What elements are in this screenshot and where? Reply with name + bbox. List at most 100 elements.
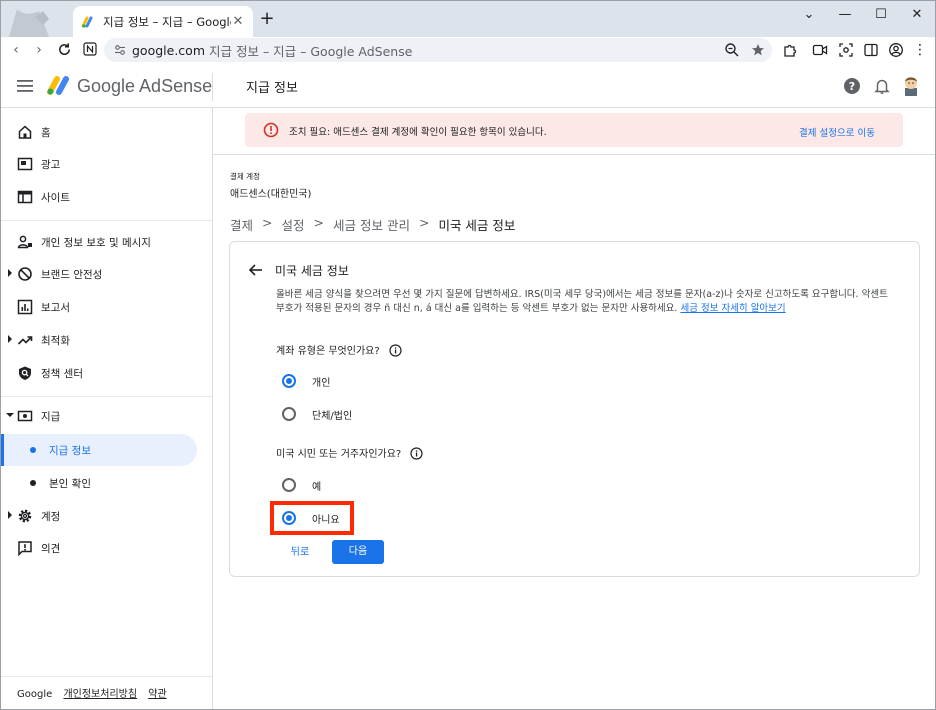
maximize-button[interactable]: ☐: [863, 1, 899, 31]
screenshot-icon[interactable]: [838, 42, 854, 58]
terms-link[interactable]: 약관: [148, 689, 166, 700]
bookmark-star-icon[interactable]: [750, 42, 766, 58]
question-label: 계좌 유형은 무엇인가요?: [276, 346, 380, 357]
sidebar-divider: [1, 220, 212, 221]
radio-individual[interactable]: 개인: [282, 371, 330, 391]
sidebar-divider: [1, 676, 212, 677]
back-button[interactable]: 뒤로: [280, 541, 320, 565]
sidebar-item-ads[interactable]: 광고: [1, 148, 197, 180]
breadcrumb-separator: >: [418, 215, 430, 230]
site-info-icon[interactable]: [114, 44, 126, 56]
action-required-banner: 조치 필요: 애드센스 결제 계정에 확인이 필요한 항목이 있습니다. 결제 …: [245, 113, 903, 147]
notifications-bell-icon[interactable]: [873, 77, 891, 95]
profile-icon[interactable]: [888, 42, 904, 58]
sidebar-item-payment-info[interactable]: 지급 정보: [1, 434, 197, 466]
breadcrumb-manage-tax-info[interactable]: 세금 정보 관리: [333, 215, 410, 234]
bullet-icon: [30, 447, 36, 453]
radio-yes[interactable]: 예: [282, 475, 321, 495]
browser-window: 지급 정보 – 지급 – Google AdSense ✕ + ⌄ — ☐ ✕ …: [0, 0, 936, 710]
adsense-logo-icon[interactable]: [46, 74, 70, 96]
sidebar-item-home[interactable]: 홈: [1, 116, 197, 148]
collapse-caret-icon[interactable]: [6, 412, 14, 418]
back-nav-icon[interactable]: ‹: [5, 39, 27, 61]
zoom-icon[interactable]: [724, 42, 740, 58]
sidebar-item-feedback[interactable]: 의견: [1, 532, 197, 564]
privacy-policy-link[interactable]: 개인정보처리방침: [63, 689, 137, 700]
next-button[interactable]: 다음: [332, 540, 384, 564]
sidebar: 홈 광고 사이트 개인 정보 보호 및 메시지 브랜드 안전성 보고서 최적화 …: [1, 108, 213, 709]
policy-shield-icon: [19, 366, 31, 380]
expand-caret-icon[interactable]: [7, 269, 13, 277]
payment-account-label: 결제 계정: [230, 172, 260, 181]
sidebar-footer: Google 개인정보처리방침 약관: [17, 685, 167, 700]
sidebar-item-label: 홈: [41, 127, 51, 139]
radio-button[interactable]: [282, 478, 296, 492]
radio-button[interactable]: [282, 407, 296, 421]
main-divider: [213, 154, 935, 155]
sidebar-item-payments[interactable]: 지급: [1, 400, 197, 432]
sidebar-item-label: 정책 센터: [41, 368, 83, 380]
browser-tab[interactable]: 지급 정보 – 지급 – Google AdSense ✕: [73, 6, 253, 37]
trending-icon: [17, 336, 33, 345]
feedback-icon: [18, 541, 32, 556]
brand-name[interactable]: Google AdSense: [77, 76, 212, 97]
video-icon[interactable]: [812, 42, 828, 58]
sidebar-item-label: 최적화: [41, 335, 70, 347]
breadcrumb-us-tax-info: 미국 세금 정보: [438, 218, 516, 233]
learn-more-tax-link[interactable]: 세금 정보 자세히 알아보기: [680, 303, 785, 314]
privacy-icon: [17, 235, 32, 249]
radio-entity[interactable]: 단체/법인: [282, 404, 352, 424]
menu-icon[interactable]: [17, 79, 33, 93]
forward-nav-icon[interactable]: ›: [28, 39, 50, 61]
sidebar-item-reports[interactable]: 보고서: [1, 291, 197, 323]
close-tab-icon[interactable]: ✕: [231, 14, 245, 29]
new-tab-button[interactable]: +: [257, 9, 277, 29]
address-bar[interactable]: google.com 지급 정보 – 지급 – Google AdSense: [104, 38, 772, 62]
url-page-title: 지급 정보 – 지급 – Google AdSense: [209, 43, 413, 59]
home-icon: [18, 125, 32, 139]
tab-strip: 지급 정보 – 지급 – Google AdSense ✕ + ⌄ — ☐ ✕: [1, 1, 935, 37]
breadcrumb-settings[interactable]: 설정: [282, 215, 305, 234]
breadcrumb-billing[interactable]: 결제: [230, 215, 253, 234]
browser-theme-logo: [9, 9, 49, 37]
payments-icon: [17, 410, 33, 422]
sidebar-item-privacy[interactable]: 개인 정보 보호 및 메시지: [1, 226, 197, 258]
side-panel-icon[interactable]: [863, 42, 879, 58]
sidebar-item-account[interactable]: 계정: [1, 500, 197, 532]
help-icon[interactable]: ?: [843, 77, 861, 95]
question-label: 미국 시민 또는 거주자인가요?: [276, 449, 402, 460]
extensions-puzzle-icon[interactable]: [782, 42, 798, 58]
minimize-button[interactable]: —: [827, 1, 863, 31]
radio-button-selected[interactable]: [282, 374, 296, 388]
info-icon[interactable]: [389, 344, 402, 357]
avatar[interactable]: [901, 74, 921, 96]
extension-n-icon[interactable]: [83, 42, 97, 56]
close-window-button[interactable]: ✕: [899, 1, 935, 31]
card-title: 미국 세금 정보: [275, 264, 349, 278]
account-type-question: 계좌 유형은 무엇인가요?: [276, 342, 402, 357]
tab-title: 지급 정보 – 지급 – Google AdSense: [103, 14, 231, 29]
sidebar-item-policy-center[interactable]: 정책 센터: [1, 357, 197, 389]
expand-caret-icon[interactable]: [7, 335, 13, 343]
sidebar-item-optimization[interactable]: 최적화: [1, 324, 197, 356]
browser-toolbar: ‹ › google.com 지급 정보 – 지급 – Google AdSen…: [1, 37, 935, 64]
tab-search-icon[interactable]: ⌄: [791, 1, 827, 31]
us-citizen-question: 미국 시민 또는 거주자인가요?: [276, 445, 424, 460]
go-to-payment-settings-link[interactable]: 결제 설정으로 이동: [799, 125, 875, 139]
info-icon[interactable]: [410, 447, 424, 460]
back-arrow-icon[interactable]: [248, 262, 264, 278]
radio-label: 개인: [312, 377, 331, 389]
browser-menu-icon[interactable]: ⋮: [909, 39, 931, 61]
sidebar-item-brand-safety[interactable]: 브랜드 안전성: [1, 258, 197, 290]
sidebar-item-label: 광고: [41, 159, 61, 171]
ads-icon: [17, 157, 33, 171]
reload-icon[interactable]: [57, 42, 72, 57]
breadcrumb-separator: >: [313, 215, 324, 230]
sidebar-item-identity-verification[interactable]: 본인 확인: [1, 467, 197, 499]
sidebar-item-label: 브랜드 안전성: [41, 269, 103, 281]
sidebar-item-label: 사이트: [41, 192, 70, 204]
expand-caret-icon[interactable]: [7, 511, 13, 519]
sidebar-item-label: 보고서: [41, 302, 70, 314]
sidebar-divider: [1, 396, 212, 397]
sidebar-item-sites[interactable]: 사이트: [1, 181, 197, 213]
